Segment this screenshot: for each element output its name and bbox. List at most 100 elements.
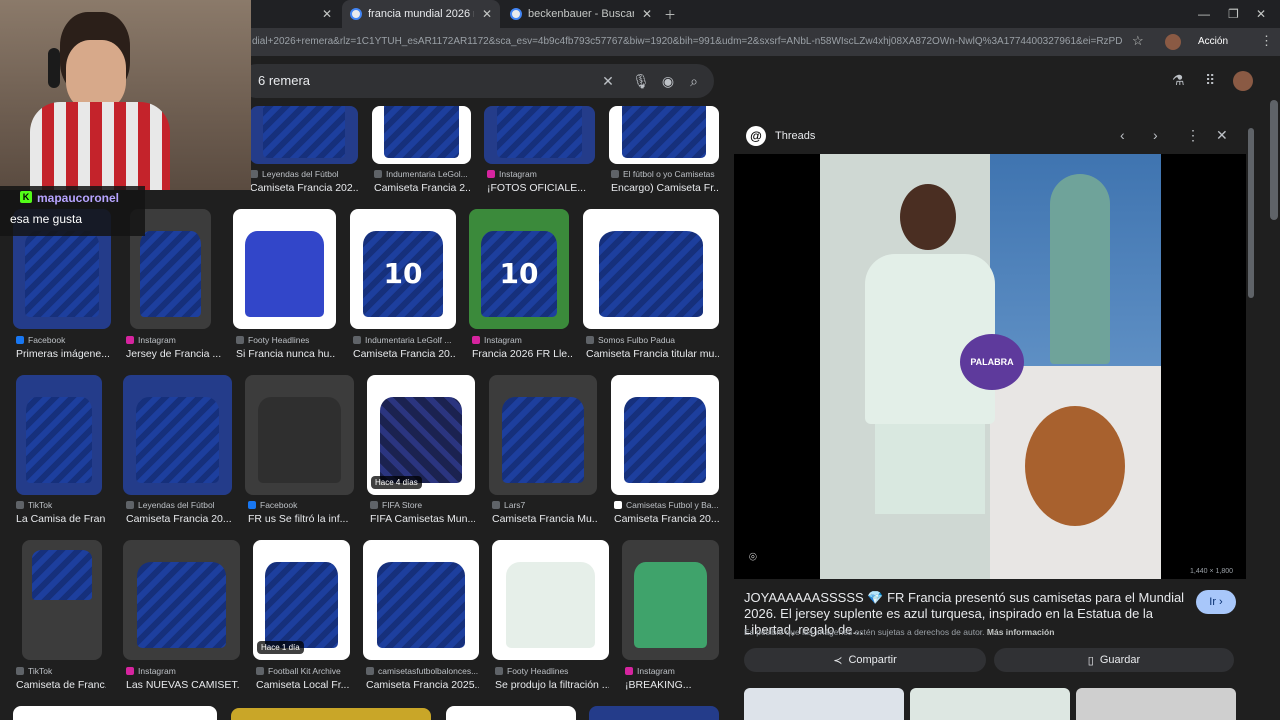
panel-main-image[interactable]: PALABRA xyxy=(820,154,1161,579)
result-title[interactable]: Francia 2026 FR Lle... xyxy=(472,348,572,360)
next-icon[interactable]: › xyxy=(1153,127,1158,143)
result-title[interactable]: Camiseta Francia 202... xyxy=(250,182,358,194)
apps-grid-icon[interactable]: ⠿ xyxy=(1205,72,1215,89)
tab-2-active[interactable]: francia mundial 2026 remera - ✕ xyxy=(342,0,500,28)
related-image[interactable] xyxy=(1076,688,1236,720)
close-tab-icon[interactable]: ✕ xyxy=(642,7,652,21)
result-image[interactable] xyxy=(363,540,479,660)
result-title[interactable]: Camiseta Francia 2... xyxy=(374,182,471,194)
result-image[interactable] xyxy=(583,209,719,329)
more-options-icon[interactable]: ⋮ xyxy=(1186,127,1200,144)
result-source: Footy Headlines xyxy=(495,666,609,676)
result-title[interactable]: Camiseta Francia 2025... xyxy=(366,679,479,691)
result-image[interactable] xyxy=(492,540,609,660)
close-tab-icon[interactable]: ✕ xyxy=(322,7,332,21)
lens-search-icon[interactable]: ◉ xyxy=(657,70,679,92)
more-info-link[interactable]: Más información xyxy=(987,627,1055,637)
result-source: Somos Fulbo Padua xyxy=(586,335,719,345)
result-image[interactable]: Hace 1 día xyxy=(253,540,350,660)
bookmark-star-icon[interactable]: ☆ xyxy=(1132,33,1144,49)
google-icon xyxy=(350,8,362,20)
result-title[interactable]: Se produjo la filtración ... xyxy=(495,679,609,691)
result-image[interactable] xyxy=(123,540,240,660)
statue-of-liberty-image xyxy=(990,154,1161,366)
result-image[interactable]: Hace 4 días xyxy=(367,375,475,495)
labs-icon[interactable]: ⚗ xyxy=(1172,72,1185,89)
result-image[interactable] xyxy=(446,706,576,720)
result-title[interactable]: Camiseta de Franc... xyxy=(16,679,106,691)
result-title[interactable]: Las NUEVAS CAMISET... xyxy=(126,679,240,691)
result-image[interactable] xyxy=(589,706,719,720)
result-title[interactable]: Jersey de Francia ... xyxy=(126,348,221,360)
webcam-overlay xyxy=(0,0,251,190)
result-source: FIFA Store xyxy=(370,500,475,510)
save-button[interactable]: ▯ Guardar xyxy=(994,648,1234,672)
new-tab-icon[interactable]: ＋ xyxy=(664,0,676,28)
minimize-icon[interactable]: — xyxy=(1198,0,1210,28)
panel-source[interactable]: Threads xyxy=(775,130,815,142)
related-image[interactable] xyxy=(744,688,904,720)
profile-avatar-icon[interactable] xyxy=(1165,34,1181,50)
result-image[interactable] xyxy=(16,375,102,495)
tab-3[interactable]: beckenbauer - Buscar con Goo ✕ xyxy=(502,0,660,28)
close-tab-icon[interactable]: ✕ xyxy=(482,7,492,21)
result-image[interactable] xyxy=(484,106,595,164)
result-title[interactable]: La Camisa de Fran... xyxy=(16,513,106,525)
result-title[interactable]: Primeras imágene... xyxy=(16,348,111,360)
result-image[interactable] xyxy=(245,375,354,495)
result-image[interactable] xyxy=(13,706,217,720)
result-title[interactable]: Camiseta Local Fr... xyxy=(256,679,353,691)
result-title[interactable]: FIFA Camisetas Mun... xyxy=(370,513,475,525)
previous-icon[interactable]: ‹ xyxy=(1120,127,1125,143)
browser-menu-icon[interactable]: ⋮ xyxy=(1260,33,1273,49)
result-image[interactable] xyxy=(250,106,358,164)
go-to-source-button[interactable]: Ir › xyxy=(1196,590,1236,614)
page-scrollbar[interactable] xyxy=(1270,100,1278,220)
voice-search-icon[interactable]: 🎙 xyxy=(630,70,652,92)
result-source: Indumentaria LeGolf ... xyxy=(353,335,456,345)
result-title[interactable]: Camiseta Francia 20... xyxy=(126,513,232,525)
close-panel-icon[interactable]: ✕ xyxy=(1216,127,1228,144)
clear-search-icon[interactable]: ✕ xyxy=(597,70,619,92)
result-image[interactable] xyxy=(372,106,471,164)
threads-icon: @ xyxy=(746,126,766,146)
result-image[interactable] xyxy=(123,375,232,495)
result-source: Instagram xyxy=(625,666,719,676)
chat-message: esa me gusta xyxy=(10,212,83,226)
result-image[interactable]: 10 xyxy=(469,209,569,329)
panel-scrollbar[interactable] xyxy=(1248,128,1254,298)
result-title[interactable]: FR us Se filtró la inf... xyxy=(248,513,354,525)
lens-icon[interactable]: ⌾ xyxy=(749,549,765,565)
related-image[interactable] xyxy=(910,688,1070,720)
result-image[interactable] xyxy=(622,540,719,660)
close-window-icon[interactable]: ✕ xyxy=(1256,0,1266,28)
result-image[interactable] xyxy=(231,708,431,720)
result-source: Indumentaria LeGol... xyxy=(374,169,471,179)
rooster-emblem-image xyxy=(990,366,1161,579)
result-image[interactable] xyxy=(233,209,336,329)
share-button[interactable]: ≺ Compartir xyxy=(744,648,986,672)
streamer-shirt xyxy=(30,102,170,190)
result-title[interactable]: Si Francia nunca hu... xyxy=(236,348,336,360)
result-title[interactable]: Camiseta Francia 20... xyxy=(353,348,456,360)
result-title[interactable]: Camiseta Francia titular mu... xyxy=(586,348,719,360)
result-title[interactable]: Camiseta Francia 20... xyxy=(614,513,719,525)
tab-1[interactable]: ✕ xyxy=(250,0,340,28)
google-icon xyxy=(510,8,522,20)
search-icon[interactable]: ⌕ xyxy=(683,70,705,92)
result-title[interactable]: Camiseta Francia Mu... xyxy=(492,513,597,525)
result-image[interactable] xyxy=(611,375,719,495)
result-title[interactable]: ¡FOTOS OFICIALE... xyxy=(487,182,597,194)
result-image[interactable] xyxy=(489,375,597,495)
search-query: 6 remera xyxy=(258,73,311,88)
url-field[interactable]: dial+2026+remera&rlz=1C1YTUH_esAR1172AR1… xyxy=(252,28,1122,56)
result-image[interactable]: 10 xyxy=(350,209,456,329)
result-image[interactable] xyxy=(609,106,719,164)
result-title[interactable]: ¡BREAKING... xyxy=(625,679,719,691)
result-image[interactable] xyxy=(22,540,102,660)
result-source: Leyendas del Fútbol xyxy=(126,500,232,510)
maximize-icon[interactable]: ❐ xyxy=(1228,0,1239,28)
result-title[interactable]: Encargo) Camiseta Fr... xyxy=(611,182,719,194)
result-source: Footy Headlines xyxy=(236,335,336,345)
account-avatar[interactable] xyxy=(1233,71,1253,91)
